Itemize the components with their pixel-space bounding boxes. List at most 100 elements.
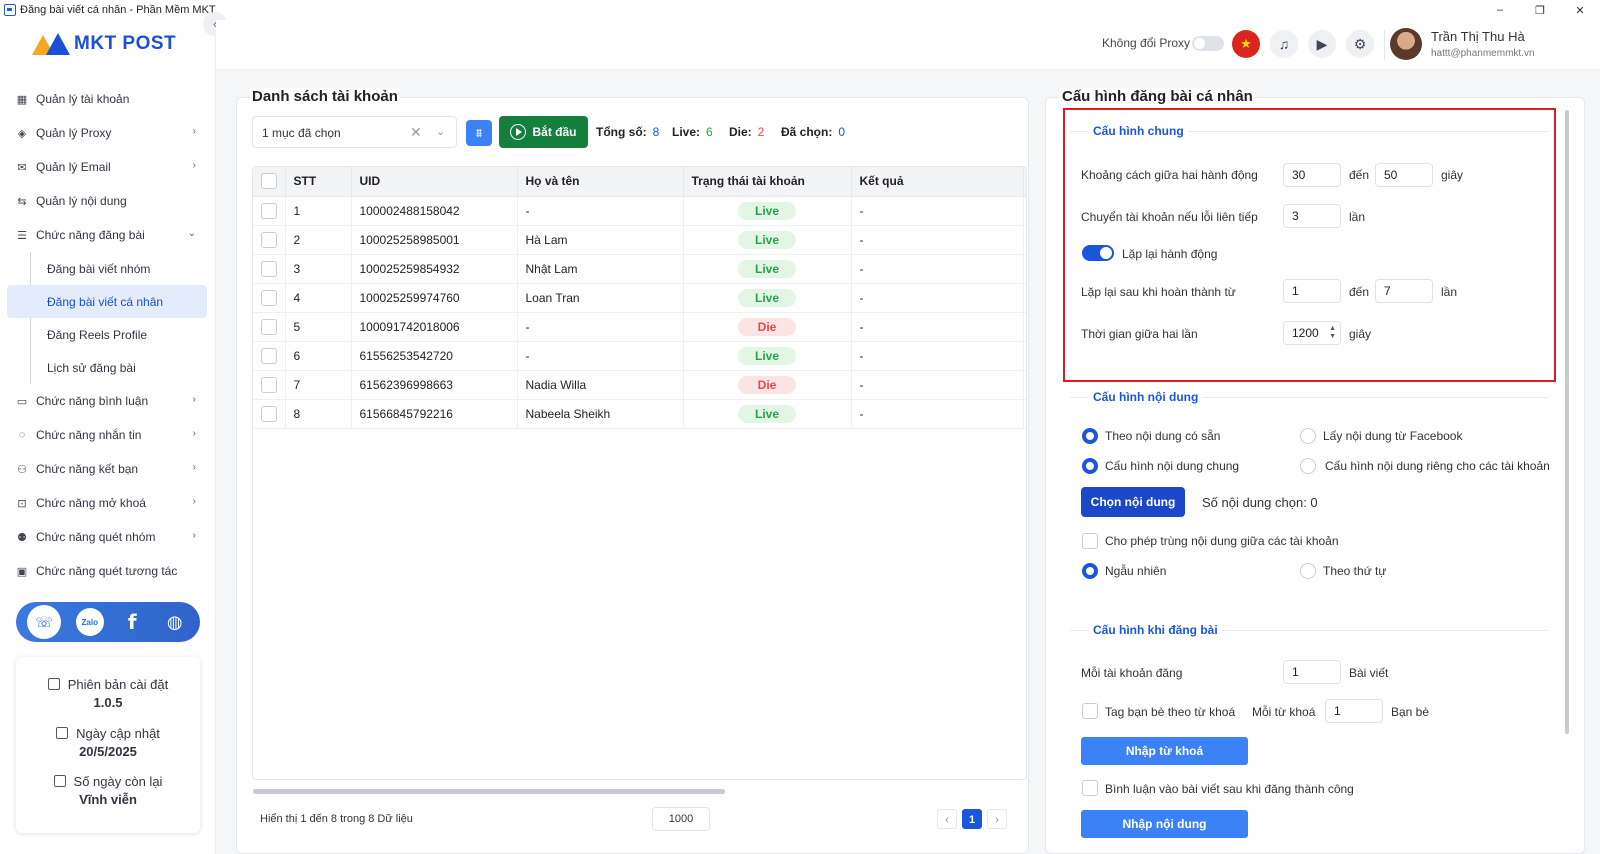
per-account-input[interactable]: 1 (1283, 660, 1341, 684)
filter-clear-button[interactable]: ⩩ (466, 120, 492, 146)
play-circle-icon[interactable]: ▶ (1308, 30, 1336, 58)
radio-random[interactable] (1082, 563, 1098, 579)
version-value: 1.0.5 (93, 695, 123, 710)
clear-icon[interactable]: ✕ (410, 124, 422, 141)
sidebar-submenu-posting: Đăng bài viết nhóm Đăng bài viết cá nhân… (7, 252, 216, 384)
radio-in-order[interactable] (1300, 563, 1316, 579)
per-account-label: Mỗi tài khoản đăng (1081, 666, 1183, 680)
proxy-label: Không đổi Proxy (1102, 36, 1191, 50)
chevron-right-icon: › (192, 126, 196, 137)
next-page-button[interactable]: › (987, 809, 1007, 829)
sidebar-item-scan-group[interactable]: ⚉ Chức năng quét nhóm › (0, 520, 216, 554)
page-size-select[interactable]: 1000 (652, 807, 710, 831)
col-name[interactable]: Họ và tên (517, 167, 684, 197)
sidebar-item-email[interactable]: ✉ Quản lý Email › (0, 150, 216, 184)
sidebar-item-add-friend[interactable]: ⚇ Chức năng kết bạn › (0, 452, 216, 486)
comment-after-post-label: Bình luận vào bài viết sau khi đăng thàn… (1105, 782, 1354, 796)
col-status[interactable]: Trạng thái tài khoản (683, 167, 852, 197)
minimize-button[interactable]: – (1480, 0, 1520, 20)
sidebar-item-label: Chức năng bình luận (36, 394, 149, 408)
tag-friends-checkbox[interactable] (1082, 703, 1098, 719)
table-row[interactable]: 1100002488158042-Live-- (253, 196, 1026, 226)
play-icon (510, 124, 527, 140)
start-button[interactable]: Bắt đầu (499, 116, 588, 148)
row-checkbox[interactable] (261, 260, 277, 277)
per-keyword-input[interactable]: 1 (1325, 699, 1383, 723)
allow-duplicate-checkbox[interactable] (1082, 533, 1098, 549)
gear-icon[interactable]: ⚙ (1346, 30, 1374, 58)
table-row[interactable]: 3100025259854932Nhật LamLive-- (253, 254, 1026, 284)
sidebar-subitem-reels-profile[interactable]: Đăng Reels Profile (31, 318, 216, 351)
sidebar-item-scan-interaction[interactable]: ▣ Chức năng quét tương tác (0, 554, 216, 588)
support-icon[interactable]: ☏ (27, 605, 62, 639)
row-checkbox[interactable] (261, 376, 277, 393)
horizontal-scrollbar[interactable] (253, 789, 725, 794)
prev-page-button[interactable]: ‹ (937, 809, 957, 829)
row-checkbox[interactable] (261, 289, 277, 306)
box-icon (53, 775, 66, 787)
chevron-right-icon: › (192, 530, 196, 541)
radio-separate-config[interactable] (1300, 458, 1316, 474)
cell-stt: 2 (285, 225, 352, 255)
table-row[interactable]: 761562396998663Nadia WillaDie-- (253, 370, 1026, 400)
cell-uid: 100002488158042 (351, 196, 518, 226)
page-1-button[interactable]: 1 (962, 809, 982, 829)
row-checkbox[interactable] (261, 231, 277, 248)
row-checkbox[interactable] (261, 405, 277, 422)
sidebar-subitem-group-post[interactable]: Đăng bài viết nhóm (31, 252, 216, 285)
account-filter-select[interactable]: 1 mục đã chọn ✕ ⌄ (252, 116, 457, 148)
sidebar-item-proxy[interactable]: ◈ Quản lý Proxy › (0, 116, 216, 150)
enter-content-button[interactable]: Nhập nội dung (1081, 810, 1248, 838)
radio-common-config[interactable] (1082, 458, 1098, 474)
table-row[interactable]: 861566845792216Nabeela SheikhLive-- (253, 399, 1026, 429)
table-row[interactable]: 2100025258985001Hà LamLive-- (253, 225, 1026, 255)
info-card: Phiên bản cài đặt 1.0.5 Ngày cập nhật 20… (16, 657, 200, 833)
row-checkbox[interactable] (261, 347, 277, 364)
sidebar-item-posting[interactable]: ☰ Chức năng đăng bài ⌄ (0, 218, 216, 252)
sidebar-item-content[interactable]: ⇆ Quản lý nội dung (0, 184, 216, 218)
sidebar-item-comment[interactable]: ▭ Chức năng bình luận › (0, 384, 216, 418)
chevron-right-icon: › (192, 160, 196, 171)
vietnam-flag-icon[interactable]: ★ (1232, 30, 1260, 58)
grid-icon: ▦ (16, 93, 28, 106)
maximize-button[interactable]: ❐ (1520, 0, 1560, 20)
sidebar-item-message[interactable]: ◌ Chức năng nhắn tin › (0, 418, 216, 452)
sidebar-item-accounts[interactable]: ▦ Quản lý tài khoản (0, 82, 216, 116)
radio-facebook-content[interactable] (1300, 428, 1316, 444)
col-uid[interactable]: UID (351, 167, 518, 197)
facebook-icon[interactable]: f (118, 608, 146, 636)
row-checkbox[interactable] (261, 318, 277, 335)
cell-stt: 6 (285, 341, 352, 371)
table-row[interactable]: 661556253542720-Live-- (253, 341, 1026, 371)
sidebar-item-label: Quản lý Email (36, 160, 111, 174)
logo: MKT POST (32, 30, 176, 58)
sidebar-subitem-post-history[interactable]: Lịch sử đăng bài (31, 351, 216, 384)
col-stt[interactable]: STT (285, 167, 352, 197)
enter-keyword-button[interactable]: Nhập từ khoá (1081, 737, 1248, 765)
zalo-icon[interactable]: Zalo (75, 608, 104, 636)
choose-content-button[interactable]: Chọn nội dung (1081, 487, 1185, 517)
col-result[interactable]: Kết quả (851, 167, 1024, 197)
bell-icon[interactable]: ♫ (1270, 30, 1298, 58)
globe-icon[interactable]: ◍ (161, 608, 189, 636)
random-label: Ngẫu nhiên (1105, 564, 1167, 578)
sidebar-item-label: Chức năng đăng bài (36, 228, 145, 242)
proxy-toggle[interactable] (1192, 36, 1224, 51)
close-button[interactable]: ✕ (1560, 0, 1600, 20)
sidebar-item-label: Quản lý tài khoản (36, 92, 130, 106)
header-divider (1384, 30, 1385, 60)
cell-name: - (517, 196, 684, 226)
radio-available-content[interactable] (1082, 428, 1098, 444)
sidebar-subitem-personal-post[interactable]: Đăng bài viết cá nhân (7, 285, 207, 318)
cell-uid: 100091742018006 (351, 312, 518, 342)
vertical-scrollbar[interactable] (1565, 110, 1569, 734)
sidebar-item-unlock[interactable]: ⊡ Chức năng mở khoá › (0, 486, 216, 520)
table-row[interactable]: 4100025259974760Loan TranLive-- (253, 283, 1026, 313)
select-all-checkbox[interactable] (261, 173, 277, 190)
row-checkbox[interactable] (261, 202, 277, 219)
comment-after-post-checkbox[interactable] (1082, 780, 1098, 796)
window-title: Đăng bài viết cá nhân - Phần Mềm MKT (20, 4, 216, 16)
updated-value: 20/5/2025 (79, 744, 137, 759)
table-row[interactable]: 5100091742018006-Die-- (253, 312, 1026, 342)
avatar[interactable] (1390, 28, 1422, 60)
